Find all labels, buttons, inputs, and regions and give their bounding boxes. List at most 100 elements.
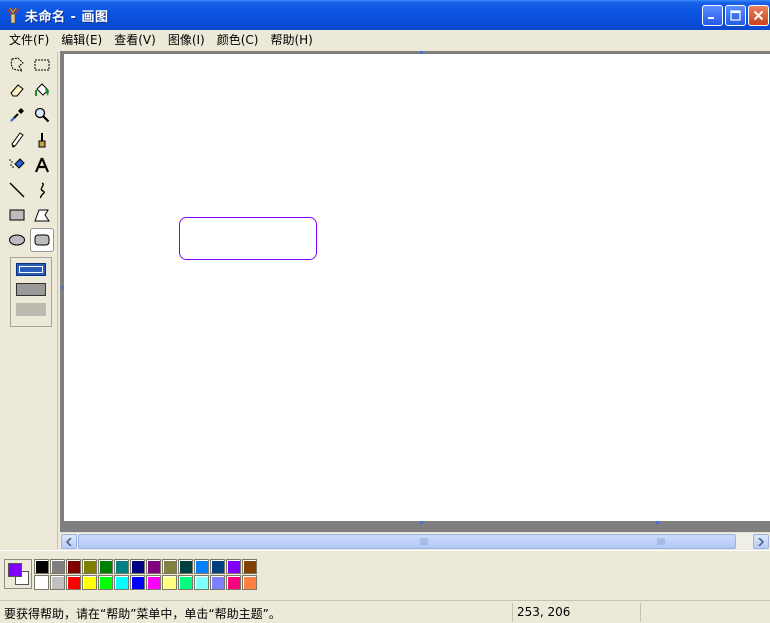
palette-swatch[interactable] xyxy=(210,559,225,574)
palette-swatch[interactable] xyxy=(210,575,225,590)
tool-rectangle[interactable] xyxy=(5,203,29,227)
palette-swatch[interactable] xyxy=(50,559,65,574)
tool-rect-select[interactable] xyxy=(30,53,54,77)
palette-swatch[interactable] xyxy=(114,575,129,590)
tool-fill[interactable] xyxy=(30,78,54,102)
tool-text[interactable] xyxy=(30,153,54,177)
resize-handle-left[interactable] xyxy=(61,286,64,289)
menu-help[interactable]: 帮助(H) xyxy=(264,31,318,49)
palette-swatch[interactable] xyxy=(98,559,113,574)
menu-edit[interactable]: 编辑(E) xyxy=(55,31,108,49)
menu-bar: 文件(F) 编辑(E) 查看(V) 图像(I) 颜色(C) 帮助(H) xyxy=(0,30,770,50)
minimize-icon xyxy=(708,17,714,19)
maximize-button[interactable] xyxy=(725,5,746,26)
menu-colors[interactable]: 颜色(C) xyxy=(211,31,265,49)
scroll-thumb[interactable] xyxy=(78,534,736,549)
polygon-icon xyxy=(34,209,50,222)
status-separator xyxy=(640,603,641,622)
tool-ellipse[interactable] xyxy=(5,228,29,252)
palette-swatch[interactable] xyxy=(194,575,209,590)
curve-icon xyxy=(40,182,45,199)
line-icon xyxy=(9,182,25,198)
tool-airbrush[interactable] xyxy=(5,153,29,177)
palette-swatch[interactable] xyxy=(114,559,129,574)
palette-swatch[interactable] xyxy=(82,575,97,590)
drawing-canvas[interactable] xyxy=(64,54,770,521)
cursor-coordinates: 253, 206 xyxy=(517,605,571,619)
option-fill-only[interactable] xyxy=(16,303,46,316)
tool-polygon[interactable] xyxy=(30,203,54,227)
palette-swatch[interactable] xyxy=(66,575,81,590)
option-outline-only[interactable] xyxy=(16,263,46,276)
palette-swatch[interactable] xyxy=(242,559,257,574)
tool-pencil[interactable] xyxy=(5,128,29,152)
rect-select-icon xyxy=(34,59,50,71)
close-button[interactable] xyxy=(748,5,769,26)
status-message: 要获得帮助，请在“帮助”菜单中，单击“帮助主题”。 xyxy=(4,607,281,621)
tool-magnifier[interactable] xyxy=(30,103,54,127)
palette-swatch[interactable] xyxy=(146,575,161,590)
paint-app-icon xyxy=(6,7,20,24)
palette-swatch[interactable] xyxy=(194,559,209,574)
tool-rounded-rect[interactable] xyxy=(30,228,54,252)
palette-swatch[interactable] xyxy=(34,575,49,590)
free-select-icon xyxy=(10,57,24,72)
status-separator xyxy=(512,603,513,622)
menu-view[interactable]: 查看(V) xyxy=(108,31,162,49)
palette-swatch[interactable] xyxy=(242,575,257,590)
scroll-left-button[interactable] xyxy=(61,534,77,549)
palette-swatch[interactable] xyxy=(178,559,193,574)
grip-icon xyxy=(657,538,665,545)
color-palette xyxy=(0,550,770,598)
arrow-left-icon xyxy=(65,537,72,546)
palette-swatch[interactable] xyxy=(178,575,193,590)
close-icon xyxy=(753,10,764,21)
tool-curve[interactable] xyxy=(30,178,54,202)
tool-brush[interactable] xyxy=(30,128,54,152)
title-bar[interactable]: 未命名 - 画图 xyxy=(0,0,770,30)
palette-swatch[interactable] xyxy=(50,575,65,590)
tool-eraser[interactable] xyxy=(5,78,29,102)
tool-line[interactable] xyxy=(5,178,29,202)
drawn-rounded-rectangle xyxy=(179,217,317,260)
rounded-rect-icon xyxy=(34,234,50,246)
palette-swatch[interactable] xyxy=(130,559,145,574)
palette-swatch[interactable] xyxy=(130,575,145,590)
horizontal-scrollbar[interactable] xyxy=(60,532,770,549)
color-picker-icon xyxy=(10,108,24,122)
toolbox xyxy=(3,52,58,549)
text-icon xyxy=(34,157,50,173)
option-outline-fill[interactable] xyxy=(16,283,46,296)
palette-swatch[interactable] xyxy=(162,575,177,590)
tool-color-picker[interactable] xyxy=(5,103,29,127)
palette-swatch[interactable] xyxy=(66,559,81,574)
tool-free-select[interactable] xyxy=(5,53,29,77)
brush-icon xyxy=(38,133,46,148)
palette-swatch[interactable] xyxy=(226,575,241,590)
status-bar: 要获得帮助，请在“帮助”菜单中，单击“帮助主题”。 253, 206 xyxy=(0,600,770,623)
palette-swatch[interactable] xyxy=(162,559,177,574)
palette-swatch[interactable] xyxy=(98,575,113,590)
eraser-icon xyxy=(10,84,24,97)
resize-handle-bottom[interactable] xyxy=(420,521,423,524)
current-colors xyxy=(4,559,32,589)
menu-image[interactable]: 图像(I) xyxy=(162,31,211,49)
foreground-color xyxy=(8,563,22,577)
palette-swatch[interactable] xyxy=(34,559,49,574)
palette-swatch[interactable] xyxy=(226,559,241,574)
palette-swatch[interactable] xyxy=(146,559,161,574)
resize-handle-bottom-right[interactable] xyxy=(656,521,659,524)
tool-options xyxy=(10,257,52,327)
grip-icon xyxy=(420,538,428,545)
drawing-layer xyxy=(179,217,317,260)
rectangle-icon xyxy=(9,209,25,221)
menu-file[interactable]: 文件(F) xyxy=(3,31,55,49)
palette-swatch[interactable] xyxy=(82,559,97,574)
maximize-icon xyxy=(730,10,741,21)
fill-bucket-icon xyxy=(35,83,49,96)
resize-handle-top[interactable] xyxy=(420,51,423,54)
scroll-right-button[interactable] xyxy=(753,534,769,549)
minimize-button[interactable] xyxy=(702,5,723,26)
window-title: 未命名 - 画图 xyxy=(25,10,109,25)
airbrush-icon xyxy=(9,158,25,169)
